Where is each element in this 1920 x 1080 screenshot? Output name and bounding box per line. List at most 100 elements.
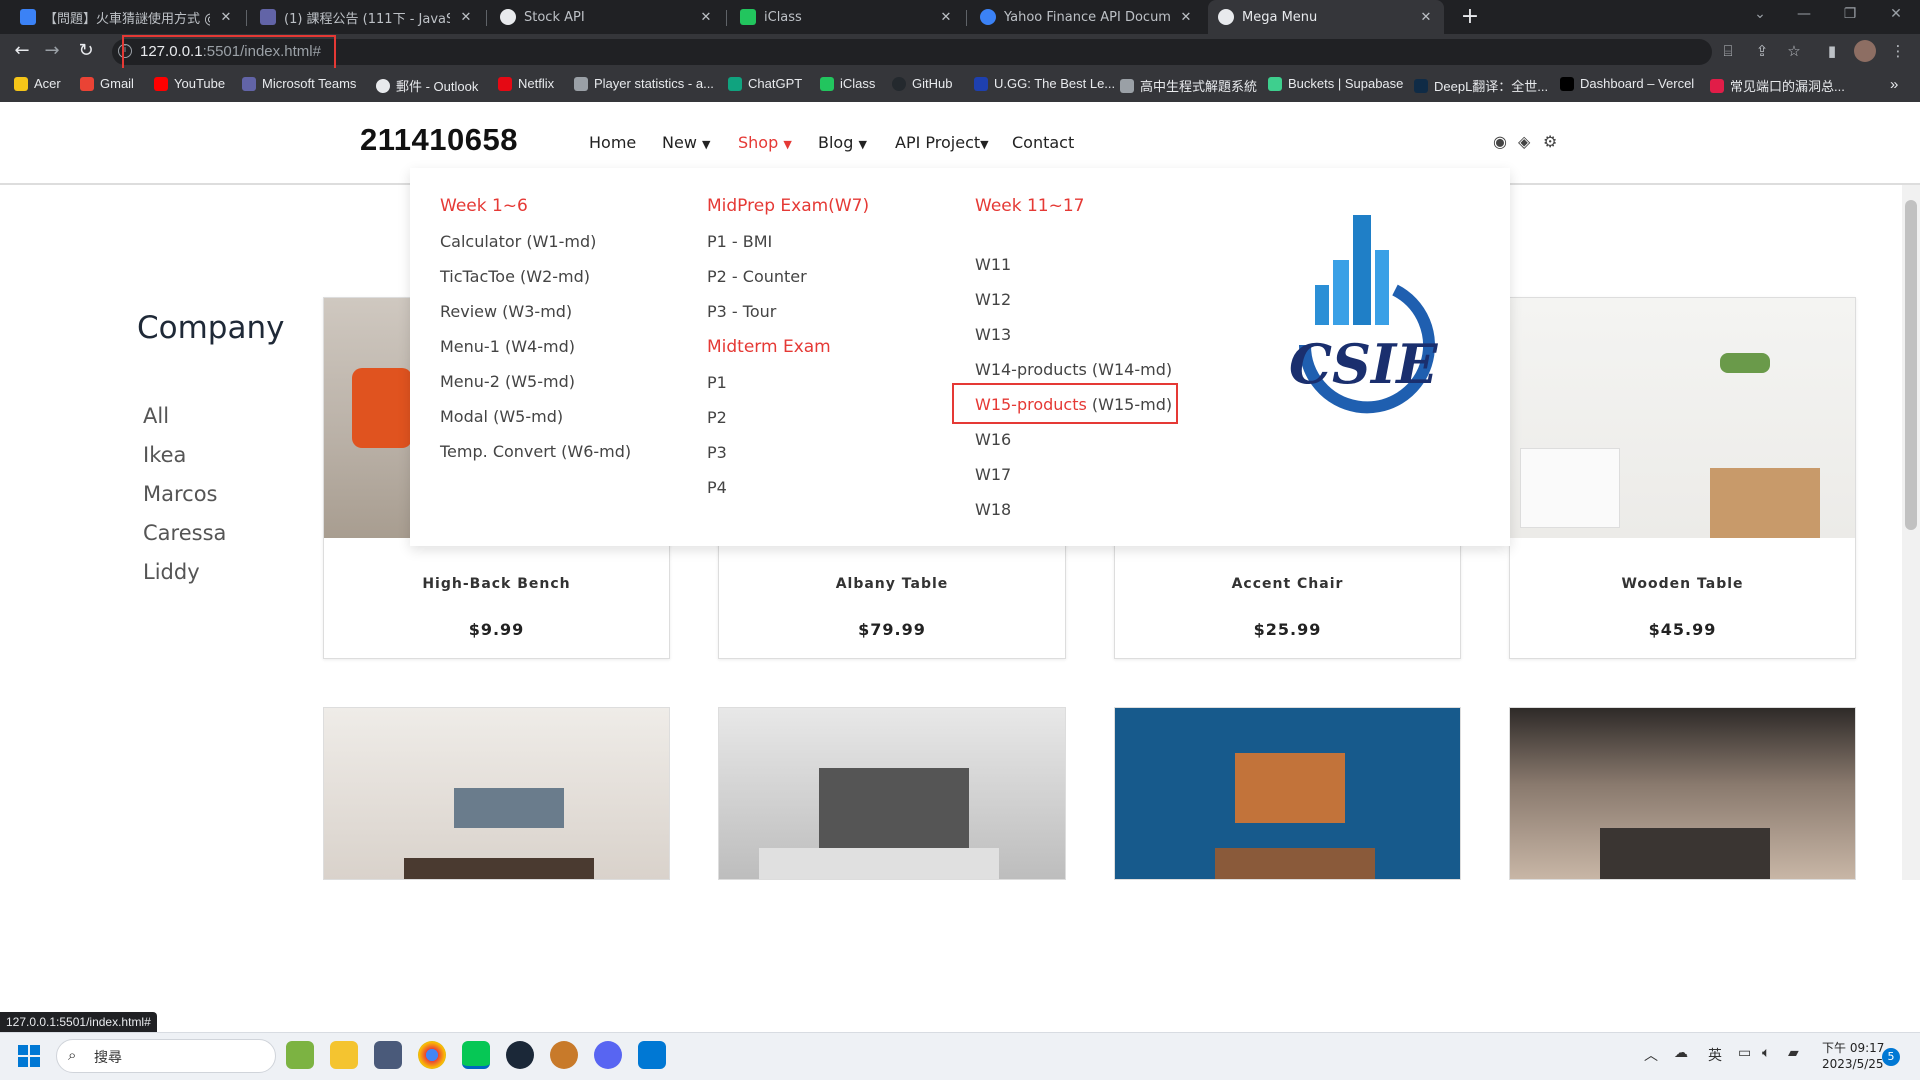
product-image-blue-room[interactable] [1114,707,1461,880]
battery-icon[interactable]: ▰ [1788,1045,1799,1061]
minecraft-icon[interactable] [286,1041,314,1069]
side-panel-icon[interactable]: ▮ [1820,40,1844,62]
browser-tab-5[interactable]: Yahoo Finance API Documenta ✕ [970,0,1204,34]
restore-icon[interactable]: ❐ [1830,6,1870,22]
onedrive-icon[interactable]: ☁ [1674,1045,1688,1061]
menu-link-midterm-p3[interactable]: P3 [707,443,727,462]
display-icon[interactable]: ▭ [1738,1045,1751,1061]
line-icon[interactable] [462,1041,490,1069]
menu-link-p2-counter[interactable]: P2 - Counter [707,267,807,286]
bookmark-deepl[interactable]: DeepL翻译：全世... [1414,76,1548,95]
menu-link-p3-tour[interactable]: P3 - Tour [707,302,776,321]
browser-tab-active[interactable]: Mega Menu ✕ [1208,0,1444,34]
reload-icon[interactable]: ↻ [74,39,98,63]
browser-tab-1[interactable]: 【問題】火車猜謎使用方式 @鼎 ✕ [10,0,244,34]
browser-tab-4[interactable]: iClass ✕ [730,0,964,34]
filter-caressa[interactable]: Caressa [143,521,226,545]
product-image-bedroom[interactable] [1509,707,1856,880]
volume-icon[interactable]: 🔈︎ [1762,1045,1770,1061]
menu-link-w12[interactable]: W12 [975,290,1011,309]
ime-indicator[interactable]: 英 [1708,1045,1722,1065]
product-card[interactable]: Wooden Table $45.99 [1509,297,1856,659]
close-tab-icon[interactable]: ✕ [458,10,474,25]
vscode-icon[interactable] [638,1041,666,1069]
menu-kebab-icon[interactable]: ⋮ [1886,40,1910,62]
chrome-icon[interactable] [418,1041,446,1069]
discord-icon[interactable] [594,1041,622,1069]
chevron-up-icon[interactable]: ︿ [1644,1045,1658,1065]
product-image-dining[interactable] [323,707,670,880]
menu-link-review[interactable]: Review (W3-md) [440,302,572,321]
nav-shop[interactable]: Shop ▼ [738,133,792,152]
browser-tab-2[interactable]: (1) 課程公告 (111下 - JavaScript ✕ [250,0,484,34]
nav-blog[interactable]: Blog ▼ [818,133,867,152]
file-explorer-icon[interactable] [330,1041,358,1069]
site-brand[interactable]: 211410658 [360,122,518,158]
menu-link-w16[interactable]: W16 [975,430,1011,449]
scrollbar-thumb[interactable] [1905,200,1917,530]
menu-link-temp-convert[interactable]: Temp. Convert (W6-md) [440,442,631,461]
notification-badge[interactable]: 5 [1882,1048,1900,1066]
bookmark-supabase[interactable]: Buckets | Supabase [1268,76,1403,91]
menu-link-tictactoe[interactable]: TicTacToe (W2-md) [440,267,590,286]
close-tab-icon[interactable]: ✕ [938,10,954,25]
bookmark-player-stats[interactable]: Player statistics - a... [574,76,714,91]
close-tab-icon[interactable]: ✕ [218,10,234,25]
address-bar[interactable] [112,39,1712,65]
bookmark-vercel[interactable]: Dashboard – Vercel [1560,76,1694,91]
bookmark-netflix[interactable]: Netflix [498,76,554,91]
filter-marcos[interactable]: Marcos [143,482,218,506]
browser-tab-3[interactable]: Stock API ✕ [490,0,724,34]
clock-time[interactable]: 下午 09:17 [1822,1039,1884,1056]
menu-link-midterm-p2[interactable]: P2 [707,408,727,427]
menu-link-w17[interactable]: W17 [975,465,1011,484]
menu-link-menu-1[interactable]: Menu-1 (W4-md) [440,337,575,356]
bookmark-iclass[interactable]: iClass [820,76,875,91]
filter-ikea[interactable]: Ikea [143,443,186,467]
more-bookmarks-icon[interactable]: » [1890,76,1898,93]
steam-icon[interactable] [506,1041,534,1069]
tab-search-icon[interactable]: ⌄ [1740,6,1780,22]
menu-link-midterm-p4[interactable]: P4 [707,478,727,497]
nav-contact[interactable]: Contact [1012,133,1074,152]
bookmark-star-icon[interactable]: ☆ [1782,40,1806,62]
gear-app-icon[interactable] [550,1041,578,1069]
minimize-icon[interactable]: — [1784,6,1824,22]
bookmark-zerojudge[interactable]: 高中生程式解題系統 [1120,76,1257,95]
share-icon[interactable]: ⇪ [1750,40,1774,62]
bookmark-ports[interactable]: 常见端口的漏洞总... [1710,76,1845,95]
nav-api-project[interactable]: API Project▼ [895,133,989,152]
menu-link-w11[interactable]: W11 [975,255,1011,274]
translate-icon[interactable]: ⌸ [1716,40,1740,62]
close-tab-icon[interactable]: ✕ [1418,10,1434,25]
bookmark-teams[interactable]: Microsoft Teams [242,76,356,91]
menu-link-w13[interactable]: W13 [975,325,1011,344]
bookmark-outlook[interactable]: 郵件 - Outlook [376,76,478,95]
bookmark-acer[interactable]: Acer [14,76,61,91]
clock-date[interactable]: 2023/5/25 [1822,1057,1884,1071]
profile-avatar[interactable] [1854,40,1876,62]
close-tab-icon[interactable]: ✕ [1178,10,1194,25]
back-icon[interactable]: ← [10,39,34,63]
filter-all[interactable]: All [143,404,169,428]
taskbar-search-input[interactable] [56,1039,276,1073]
menu-link-calculator[interactable]: Calculator (W1-md) [440,232,596,251]
bookmark-github[interactable]: GitHub [892,76,952,91]
menu-link-modal[interactable]: Modal (W5-md) [440,407,563,426]
menu-link-w14-products[interactable]: W14-products (W14-md) [975,360,1172,379]
forward-icon[interactable]: → [40,39,64,63]
app-cube-icon[interactable] [374,1041,402,1069]
close-tab-icon[interactable]: ✕ [698,10,714,25]
close-window-icon[interactable]: ✕ [1876,6,1916,22]
filter-liddy[interactable]: Liddy [143,560,200,584]
product-image-living[interactable] [718,707,1066,880]
menu-link-menu-2[interactable]: Menu-2 (W5-md) [440,372,575,391]
codepen-icon[interactable]: ◈ [1518,132,1530,151]
bookmark-gmail[interactable]: Gmail [80,76,134,91]
menu-link-w18[interactable]: W18 [975,500,1011,519]
menu-link-midterm-p1[interactable]: P1 [707,373,727,392]
github-icon[interactable]: ◉ [1493,132,1507,151]
bookmark-chatgpt[interactable]: ChatGPT [728,76,802,91]
nav-home[interactable]: Home [589,133,636,152]
bookmark-ugg[interactable]: U.GG: The Best Le... [974,76,1115,91]
